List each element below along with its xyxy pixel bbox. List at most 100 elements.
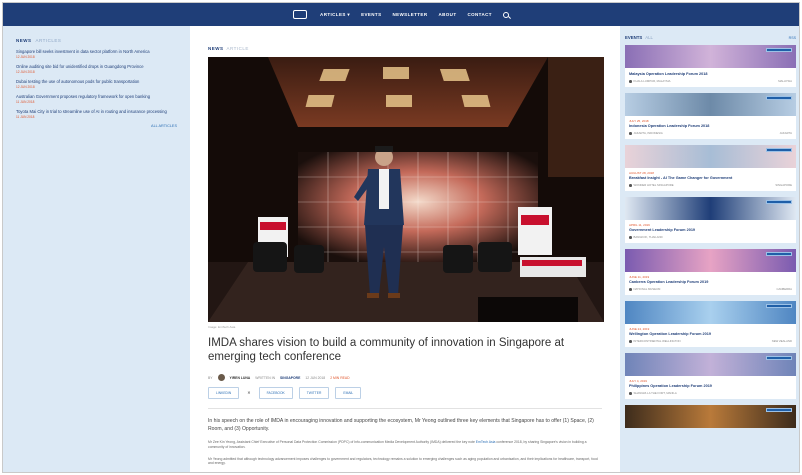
event-body: AUGUST 28, 2018 Breakfast Insight - AI Th… bbox=[625, 168, 796, 191]
event-card[interactable]: JUNE 24, 2019 Wellington Operation Leader… bbox=[625, 301, 796, 347]
news-item-title[interactable]: Singapore bill seeks investment in data … bbox=[16, 49, 177, 54]
article-lead: In his speech on the role of IMDA in enc… bbox=[208, 418, 594, 432]
image-caption: Image: EmTech Asia bbox=[208, 325, 236, 329]
rss-link[interactable]: RSS bbox=[789, 36, 796, 40]
nav-articles[interactable]: ARTICLES ▾ bbox=[320, 12, 350, 18]
event-title[interactable]: Philippines Operation Leadership Forum 2… bbox=[629, 384, 792, 388]
news-item-title[interactable]: Toyota Mai City in trial to streamline u… bbox=[16, 109, 177, 114]
event-location: INTERCONTINENTAL WELLINGTON bbox=[629, 339, 681, 343]
event-title[interactable]: Malaysia Operation Leadership Forum 2018 bbox=[629, 72, 792, 76]
event-location: SHANGRI-LA THE FORT, MANILA bbox=[629, 391, 677, 395]
event-badge bbox=[766, 304, 792, 308]
news-item-title[interactable]: Dubai testing the use of autonomous pods… bbox=[16, 79, 177, 84]
event-title[interactable]: Breakfast Insight - AI The Game Changer … bbox=[629, 176, 792, 180]
event-tag: JAKARTA bbox=[779, 131, 792, 135]
share-linkedin-button[interactable]: LINKEDIN bbox=[208, 387, 240, 399]
event-banner-image[interactable] bbox=[625, 145, 796, 168]
event-body: JUNE 11, 2019 Canberra Operation Leadersh… bbox=[625, 272, 796, 295]
event-title[interactable]: Indonesia Operation Leadership Forum 201… bbox=[629, 124, 792, 128]
news-item-date: 12 JUN 2018 bbox=[16, 85, 35, 89]
event-card[interactable]: APRIL 11, 2019 Government Leadership Foru… bbox=[625, 197, 796, 243]
news-list-item[interactable]: Singapore bill seeks investment in data … bbox=[16, 49, 177, 59]
page-frame: ARTICLES ▾ EVENTS NEWSLETTER ABOUT CONTA… bbox=[2, 2, 800, 473]
event-date: JULY 4, 2019 bbox=[629, 379, 647, 383]
event-banner-image[interactable] bbox=[625, 249, 796, 272]
event-banner-image[interactable] bbox=[625, 197, 796, 220]
top-navigation: ARTICLES ▾ EVENTS NEWSLETTER ABOUT CONTA… bbox=[3, 3, 799, 26]
left-sidebar: NEWS ARTICLES Singapore bill seeks invest… bbox=[3, 26, 190, 472]
event-meta: BANGKOK, THAILAND bbox=[629, 235, 792, 239]
event-banner-image[interactable] bbox=[625, 45, 796, 68]
share-facebook-button[interactable]: FACEBOOK bbox=[258, 387, 293, 399]
events-sidebar: EVENTS ALL RSS Malaysia Operation Leaders… bbox=[620, 26, 799, 472]
article-section-heading: NEWS ARTICLE bbox=[208, 46, 249, 51]
site-logo-icon[interactable] bbox=[293, 10, 308, 19]
news-list-item[interactable]: Dubai testing the use of autonomous pods… bbox=[16, 79, 177, 89]
nav-events[interactable]: EVENTS bbox=[361, 12, 381, 17]
event-location: NATIONAL MUSEUM bbox=[629, 287, 660, 291]
event-card[interactable]: AUGUST 28, 2018 Breakfast Insight - AI Th… bbox=[625, 145, 796, 191]
location-prefix: WRITTEN IN bbox=[255, 375, 276, 380]
all-articles-link[interactable]: ALL ARTICLES bbox=[16, 124, 177, 128]
event-list: Malaysia Operation Leadership Forum 2018… bbox=[625, 45, 796, 428]
nav-contact[interactable]: CONTACT bbox=[467, 12, 491, 17]
event-banner-image[interactable] bbox=[625, 405, 796, 428]
event-body: JULY 4, 2019 Philippines Operation Leader… bbox=[625, 376, 796, 399]
share-twitter-button[interactable]: TWITTER bbox=[298, 387, 330, 399]
news-item-title[interactable]: Online auditing site bid for unidentifie… bbox=[16, 64, 177, 69]
location-pin-icon bbox=[629, 288, 632, 291]
news-list-item[interactable]: Australian Government proposes regulator… bbox=[16, 94, 177, 104]
event-banner-image[interactable] bbox=[625, 353, 796, 376]
event-banner-image[interactable] bbox=[625, 301, 796, 324]
event-date: AUGUST 28, 2018 bbox=[629, 171, 654, 175]
event-card[interactable] bbox=[625, 405, 796, 428]
event-tag: CANBERRA bbox=[776, 287, 792, 291]
event-title[interactable]: Wellington Operation Leadership Forum 20… bbox=[629, 332, 792, 336]
event-body: JUNE 24, 2019 Wellington Operation Leader… bbox=[625, 324, 796, 347]
event-meta: KUALA LUMPUR, MALAYSIA MALAYSIA bbox=[629, 79, 792, 83]
event-body: JULY 25, 2018 Indonesia Operation Leaders… bbox=[625, 116, 796, 139]
news-list: Singapore bill seeks investment in data … bbox=[16, 49, 177, 119]
divider bbox=[208, 408, 602, 409]
location-pin-icon bbox=[629, 392, 632, 395]
author-name[interactable]: YIREN LUNA bbox=[230, 376, 251, 380]
event-banner-image[interactable] bbox=[625, 93, 796, 116]
event-meta: INTERCONTINENTAL WELLINGTON NEW ZEALAND bbox=[629, 339, 792, 343]
news-list-item[interactable]: Online auditing site bid for unidentifie… bbox=[16, 64, 177, 74]
news-item-date: 12 JUN 2018 bbox=[16, 70, 35, 74]
events-heading: EVENTS ALL RSS bbox=[625, 35, 796, 40]
article-location[interactable]: SINGAPORE bbox=[280, 376, 300, 380]
event-card[interactable]: Malaysia Operation Leadership Forum 2018… bbox=[625, 45, 796, 87]
nav-newsletter[interactable]: NEWSLETTER bbox=[392, 12, 427, 17]
share-bar: LINKEDIN ✕ FACEBOOK TWITTER EMAIL bbox=[208, 387, 602, 399]
news-item-date: 11 JUN 2018 bbox=[16, 100, 35, 104]
news-section-heading: NEWS ARTICLES bbox=[16, 38, 62, 43]
event-card[interactable]: JULY 4, 2019 Philippines Operation Leader… bbox=[625, 353, 796, 399]
event-badge bbox=[766, 408, 792, 412]
search-icon[interactable] bbox=[502, 11, 509, 18]
news-item-date: 11 JUN 2018 bbox=[16, 115, 35, 119]
event-title[interactable]: Canberra Operation Leadership Forum 2019 bbox=[629, 280, 792, 284]
article-headline: IMDA shares vision to build a community … bbox=[208, 337, 565, 363]
event-title[interactable]: Government Leadership Forum 2019 bbox=[629, 228, 792, 232]
stage-photo-illustration bbox=[208, 57, 604, 322]
article-date: 12 JUN 2018 bbox=[305, 375, 326, 380]
close-icon[interactable]: ✕ bbox=[245, 387, 252, 399]
article-byline: BY YIREN LUNA WRITTEN IN SINGAPORE 12 JU… bbox=[208, 374, 350, 381]
location-pin-icon bbox=[629, 236, 632, 239]
event-badge bbox=[766, 252, 792, 256]
news-item-title[interactable]: Australian Government proposes regulator… bbox=[16, 94, 177, 99]
event-tag: MALAYSIA bbox=[778, 79, 792, 83]
location-pin-icon bbox=[629, 80, 632, 83]
share-email-button[interactable]: EMAIL bbox=[335, 387, 362, 399]
nav-about[interactable]: ABOUT bbox=[438, 12, 456, 17]
event-card[interactable]: JULY 25, 2018 Indonesia Operation Leaders… bbox=[625, 93, 796, 139]
article-paragraph: Mr Zee Kin Yeong, Assistant Chief Execut… bbox=[208, 440, 587, 449]
event-meta: SHANGRI-LA THE FORT, MANILA bbox=[629, 391, 792, 395]
news-list-item[interactable]: Toyota Mai City in trial to streamline u… bbox=[16, 109, 177, 119]
event-card[interactable]: JUNE 11, 2019 Canberra Operation Leadersh… bbox=[625, 249, 796, 295]
emtech-link[interactable]: EmTech Asia bbox=[476, 440, 496, 444]
event-date: JULY 25, 2018 bbox=[629, 119, 649, 123]
location-pin-icon bbox=[629, 340, 632, 343]
event-badge bbox=[766, 148, 792, 152]
